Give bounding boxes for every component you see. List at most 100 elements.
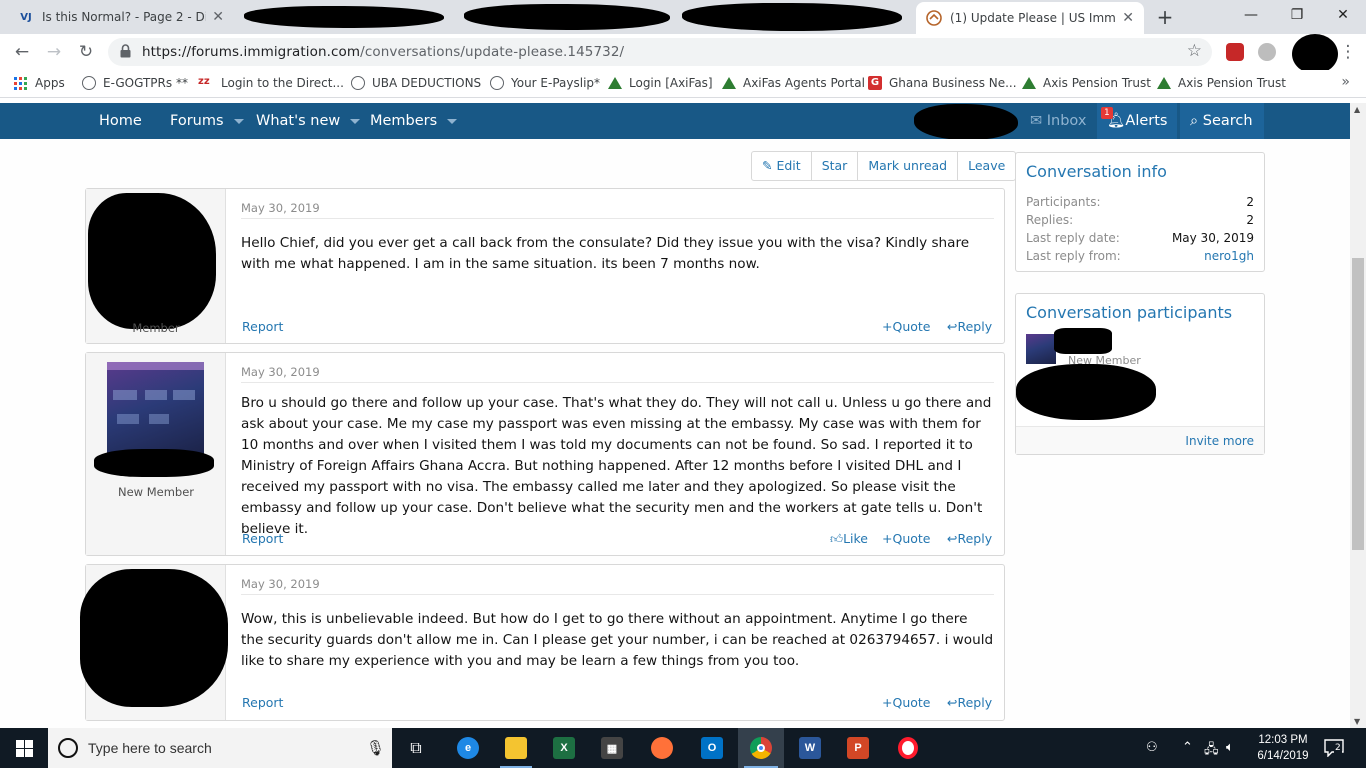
page-scrollbar[interactable]: ▲ ▼ [1350, 103, 1366, 728]
quote-label: Quote [892, 319, 931, 334]
quote-button[interactable]: +Quote [882, 695, 931, 710]
menu-kebab-icon[interactable]: ⋮ [1336, 40, 1360, 64]
taskbar-opera[interactable] [886, 728, 930, 768]
tab-update-please[interactable]: (1) Update Please | US Immigra ✕ [916, 2, 1144, 34]
start-button[interactable] [0, 728, 48, 768]
bookmark-star-icon[interactable]: ☆ [1187, 41, 1202, 61]
scrollbar-thumb[interactable] [1352, 258, 1364, 550]
taskbar-edge[interactable]: e [446, 728, 490, 768]
notifications-icon[interactable]: 2 [1324, 739, 1346, 758]
report-link[interactable]: Report [242, 319, 283, 334]
taskbar-firefox[interactable] [640, 728, 684, 768]
restore-icon[interactable]: ❐ [1274, 0, 1320, 30]
avatar-redacted[interactable] [80, 569, 228, 707]
tab-redacted-1[interactable] [236, 0, 452, 34]
leave-button[interactable]: Leave [957, 152, 1015, 180]
message-date[interactable]: May 30, 2019 [241, 577, 320, 591]
taskbar-clock[interactable]: 12:03 PM 6/14/2019 [1248, 732, 1318, 764]
nav-forums[interactable]: Forums [170, 103, 244, 139]
bookmark-apps[interactable]: Apps [14, 76, 65, 90]
bookmark-axis-pension-2[interactable]: Axis Pension Trust [1157, 76, 1286, 90]
username-redacted[interactable] [1054, 328, 1112, 354]
last-reply-user-link[interactable]: nero1gh [1204, 249, 1254, 263]
reply-button[interactable]: ↩Reply [947, 695, 992, 710]
nav-inbox[interactable]: ✉ Inbox [1030, 103, 1086, 139]
close-tab-icon[interactable]: ✕ [1122, 10, 1134, 26]
people-icon[interactable]: ⚇ [1146, 740, 1158, 755]
network-icon[interactable]: 🖧︎ [1204, 740, 1219, 762]
tab-redacted-3[interactable] [678, 0, 908, 34]
bookmark-axis-pension-1[interactable]: Axis Pension Trust [1022, 76, 1151, 90]
invite-more-link[interactable]: Invite more [1016, 426, 1264, 454]
report-link[interactable]: Report [242, 695, 283, 710]
taskbar-excel[interactable]: X [542, 728, 586, 768]
scroll-down-icon[interactable]: ▼ [1354, 717, 1360, 726]
star-button[interactable]: Star [810, 152, 858, 180]
participant-avatar[interactable] [1026, 334, 1056, 364]
minimize-icon[interactable]: — [1228, 0, 1274, 30]
avatar-redacted[interactable] [88, 193, 216, 329]
participant-redacted[interactable] [1016, 364, 1156, 420]
message-date[interactable]: May 30, 2019 [241, 365, 320, 379]
bookmark-epayslip[interactable]: Your E-Payslip* [490, 76, 600, 90]
reply-arrow-icon: ↩ [947, 695, 958, 710]
taskbar-chrome[interactable] [738, 728, 784, 768]
chevron-down-icon[interactable] [350, 118, 361, 124]
bookmark-ghana-business[interactable]: G Ghana Business Ne... [868, 76, 1017, 90]
nav-whats-new[interactable]: What's new [256, 103, 361, 139]
profile-avatar-redacted[interactable] [1292, 34, 1338, 74]
nav-home[interactable]: Home [99, 103, 142, 139]
like-button[interactable]: 👍︎Like [830, 531, 868, 547]
bookmark-login-direct[interactable]: zz Login to the Direct... [198, 76, 344, 90]
tab-strip: VJ Is this Normal? - Page 2 - Dive ✕ (1)… [0, 0, 1366, 34]
mark-unread-button[interactable]: Mark unread [857, 152, 957, 180]
user-avatar[interactable] [107, 362, 204, 458]
message-date[interactable]: May 30, 2019 [241, 201, 320, 215]
reply-button[interactable]: ↩Reply [947, 531, 992, 546]
bookmark-label: UBA DEDUCTIONS [372, 76, 482, 90]
forward-icon[interactable]: → [42, 40, 66, 64]
bookmark-uba-deductions[interactable]: UBA DEDUCTIONS [351, 76, 481, 90]
nav-forums-label: Forums [170, 113, 224, 129]
tab-is-this-normal[interactable]: VJ Is this Normal? - Page 2 - Dive ✕ [8, 0, 234, 34]
nav-alerts[interactable]: 🔔︎Alerts 1 [1097, 103, 1177, 139]
tray-expand-icon[interactable]: ⌃ [1182, 740, 1193, 755]
close-tab-icon[interactable]: ✕ [212, 9, 224, 25]
scroll-up-icon[interactable]: ▲ [1354, 105, 1360, 114]
reload-icon[interactable]: ↻ [74, 40, 98, 64]
more-bookmarks-icon[interactable]: » [1341, 74, 1350, 90]
bookmark-axifas-agents[interactable]: AxiFas Agents Portal [722, 76, 865, 90]
reply-button[interactable]: ↩Reply [947, 319, 992, 334]
volume-icon[interactable]: 🔈︎ [1226, 740, 1234, 755]
task-view-icon[interactable]: ⧉ [396, 728, 436, 768]
calculator-icon: ▦ [601, 737, 623, 759]
edit-button[interactable]: ✎ Edit [752, 152, 811, 180]
report-link[interactable]: Report [242, 531, 283, 546]
taskbar-search[interactable]: Type here to search 🎙︎ [48, 728, 392, 768]
extension-icon[interactable] [1258, 43, 1276, 61]
microphone-icon[interactable]: 🎙︎ [366, 739, 385, 757]
tab-redacted-2[interactable] [458, 0, 674, 34]
username-redacted[interactable] [914, 104, 1018, 140]
bookmark-login-axifas[interactable]: Login [AxiFas] [608, 76, 713, 90]
close-window-icon[interactable]: ✕ [1320, 0, 1366, 30]
taskbar-explorer[interactable] [494, 728, 538, 768]
extension-icon[interactable] [1226, 43, 1244, 61]
folder-icon [505, 737, 527, 759]
taskbar-powerpoint[interactable]: P [836, 728, 880, 768]
quote-button[interactable]: +Quote [882, 319, 931, 334]
taskbar-word[interactable]: W [788, 728, 832, 768]
chevron-down-icon[interactable] [447, 118, 458, 124]
tab-title: Is this Normal? - Page 2 - Dive [42, 10, 207, 24]
taskbar-calculator[interactable]: ▦ [590, 728, 634, 768]
address-bar[interactable]: https://forums.immigration.com/conversat… [108, 38, 1212, 66]
back-icon[interactable]: ← [10, 40, 34, 64]
chevron-down-icon[interactable] [233, 118, 244, 124]
username-redacted[interactable] [94, 449, 214, 477]
taskbar-outlook[interactable]: O [690, 728, 734, 768]
new-tab-icon[interactable]: + [1153, 5, 1177, 29]
nav-members[interactable]: Members [370, 103, 458, 139]
quote-button[interactable]: +Quote [882, 531, 931, 546]
bookmark-egogtprs[interactable]: E-GOGTPRs ** [82, 76, 188, 90]
nav-search[interactable]: ⌕ Search [1180, 103, 1264, 139]
